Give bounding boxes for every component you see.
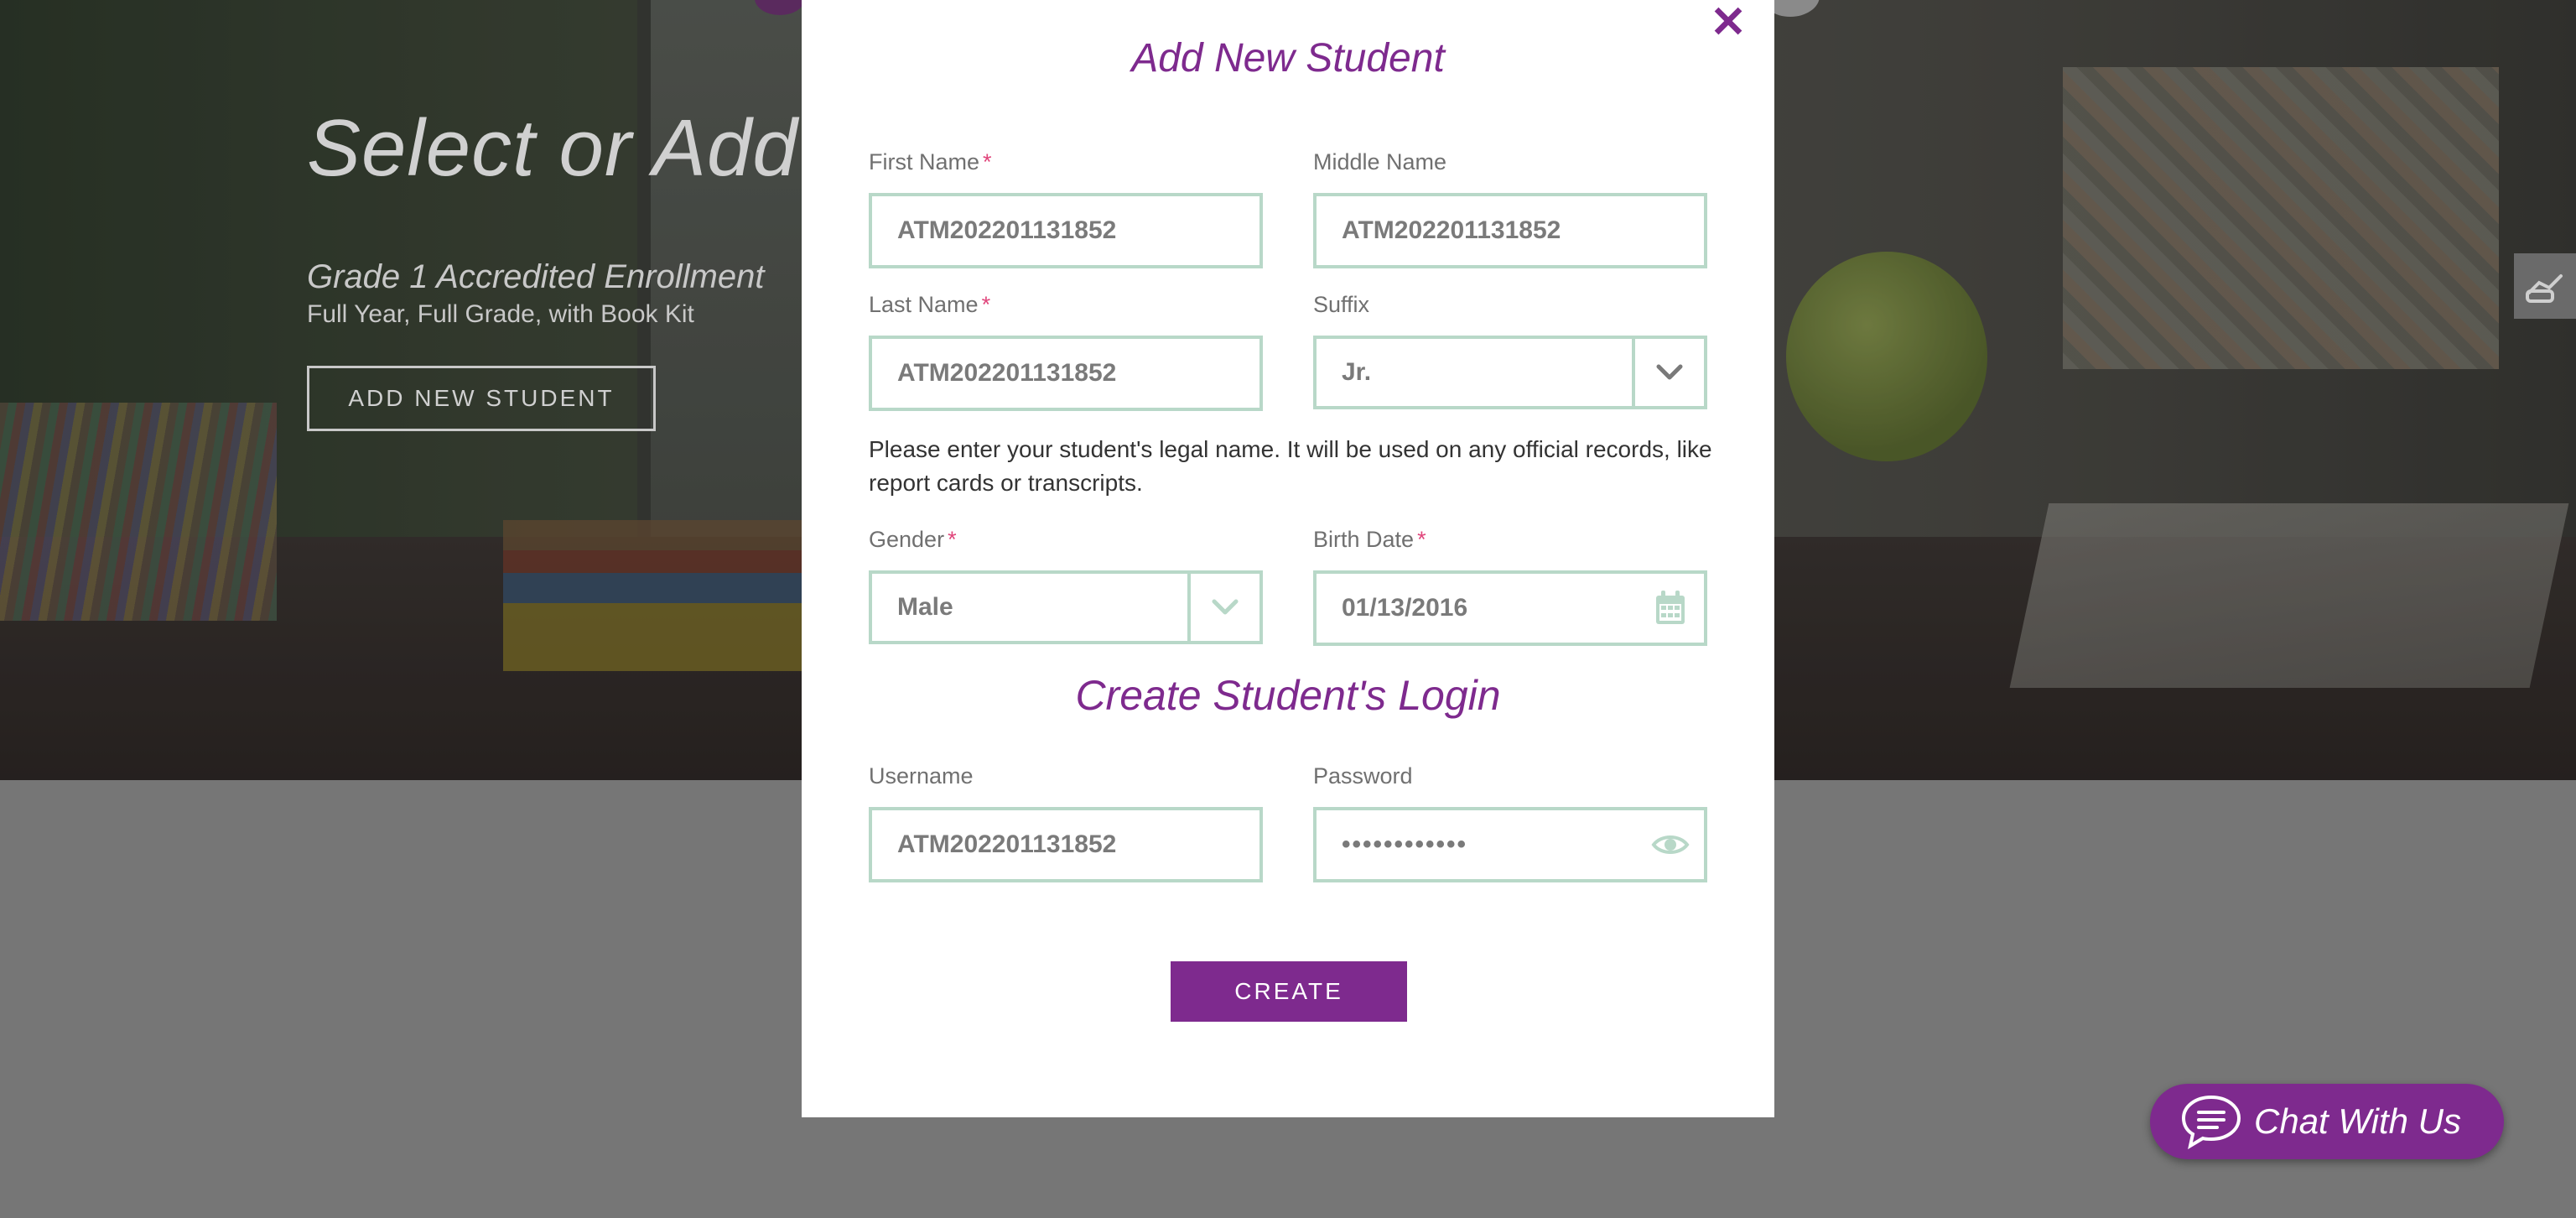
required-marker: * [983,149,992,174]
middle-name-label: Middle Name [1313,149,1447,174]
chat-with-us-button[interactable]: Chat With Us [2150,1084,2504,1159]
calendar-button[interactable] [1637,574,1704,643]
middle-name-field[interactable]: ATM202201131852 [1313,193,1707,268]
course-title: Grade 1 Accredited Enrollment [307,258,765,295]
birth-date-label-text: Birth Date [1313,527,1415,552]
password-field[interactable]: •••••••••••• [1313,807,1707,882]
chat-label: Chat With Us [2254,1101,2462,1141]
chevron-down-icon [1656,364,1683,380]
required-marker: * [981,292,991,317]
first-name-label-text: First Name [869,149,980,174]
username-value: ATM202201131852 [897,830,1117,858]
page-title: Select or Add [307,103,798,193]
username-label: Username [869,763,974,789]
required-marker: * [1417,527,1426,552]
last-name-label: Last Name * [869,292,990,318]
legal-name-helper-text: Please enter your student's legal name. … [869,436,1712,496]
suffix-value: Jr. [1342,358,1372,386]
login-section-title: Create Student's Login [1075,672,1501,719]
add-student-modal: ✕ Add New Student First Name * ATM2022011… [802,0,1774,1117]
gender-label-text: Gender [869,527,945,552]
create-button[interactable]: CREATE [1171,961,1407,1022]
last-name-value: ATM202201131852 [897,359,1117,387]
username-field[interactable]: ATM202201131852 [869,807,1263,882]
course-subtitle: Full Year, Full Grade, with Book Kit [307,300,694,328]
password-value: •••••••••••• [1342,830,1468,858]
gender-label: Gender * [869,527,957,553]
first-name-field[interactable]: ATM202201131852 [869,193,1263,268]
calendar-icon [1656,591,1685,624]
first-name-value: ATM202201131852 [897,216,1117,244]
chat-bubble-icon [2180,1092,2244,1151]
suffix-dropdown-toggle[interactable] [1635,339,1704,406]
gender-select[interactable]: Male [869,570,1263,644]
gender-value: Male [897,593,953,621]
gender-dropdown-toggle[interactable] [1191,574,1259,641]
chevron-down-icon [1212,599,1239,615]
add-new-student-button[interactable]: ADD NEW STUDENT [307,366,656,431]
suffix-select[interactable]: Jr. [1313,336,1707,409]
password-label: Password [1313,763,1413,789]
suffix-label: Suffix [1313,292,1370,317]
last-name-field[interactable]: ATM202201131852 [869,336,1263,411]
modal-title: Add New Student [1131,36,1445,81]
first-name-label: First Name * [869,149,992,175]
birth-date-value: 01/13/2016 [1342,594,1468,622]
hand-icon [2526,274,2563,303]
birth-date-label: Birth Date * [1313,527,1426,553]
birth-date-field[interactable]: 01/13/2016 [1313,570,1707,646]
show-password-button[interactable] [1637,810,1704,879]
side-tab-button[interactable] [2514,253,2576,319]
last-name-label-text: Last Name [869,292,979,317]
eye-icon [1651,835,1690,854]
middle-name-value: ATM202201131852 [1342,216,1561,244]
required-marker: * [948,527,957,552]
